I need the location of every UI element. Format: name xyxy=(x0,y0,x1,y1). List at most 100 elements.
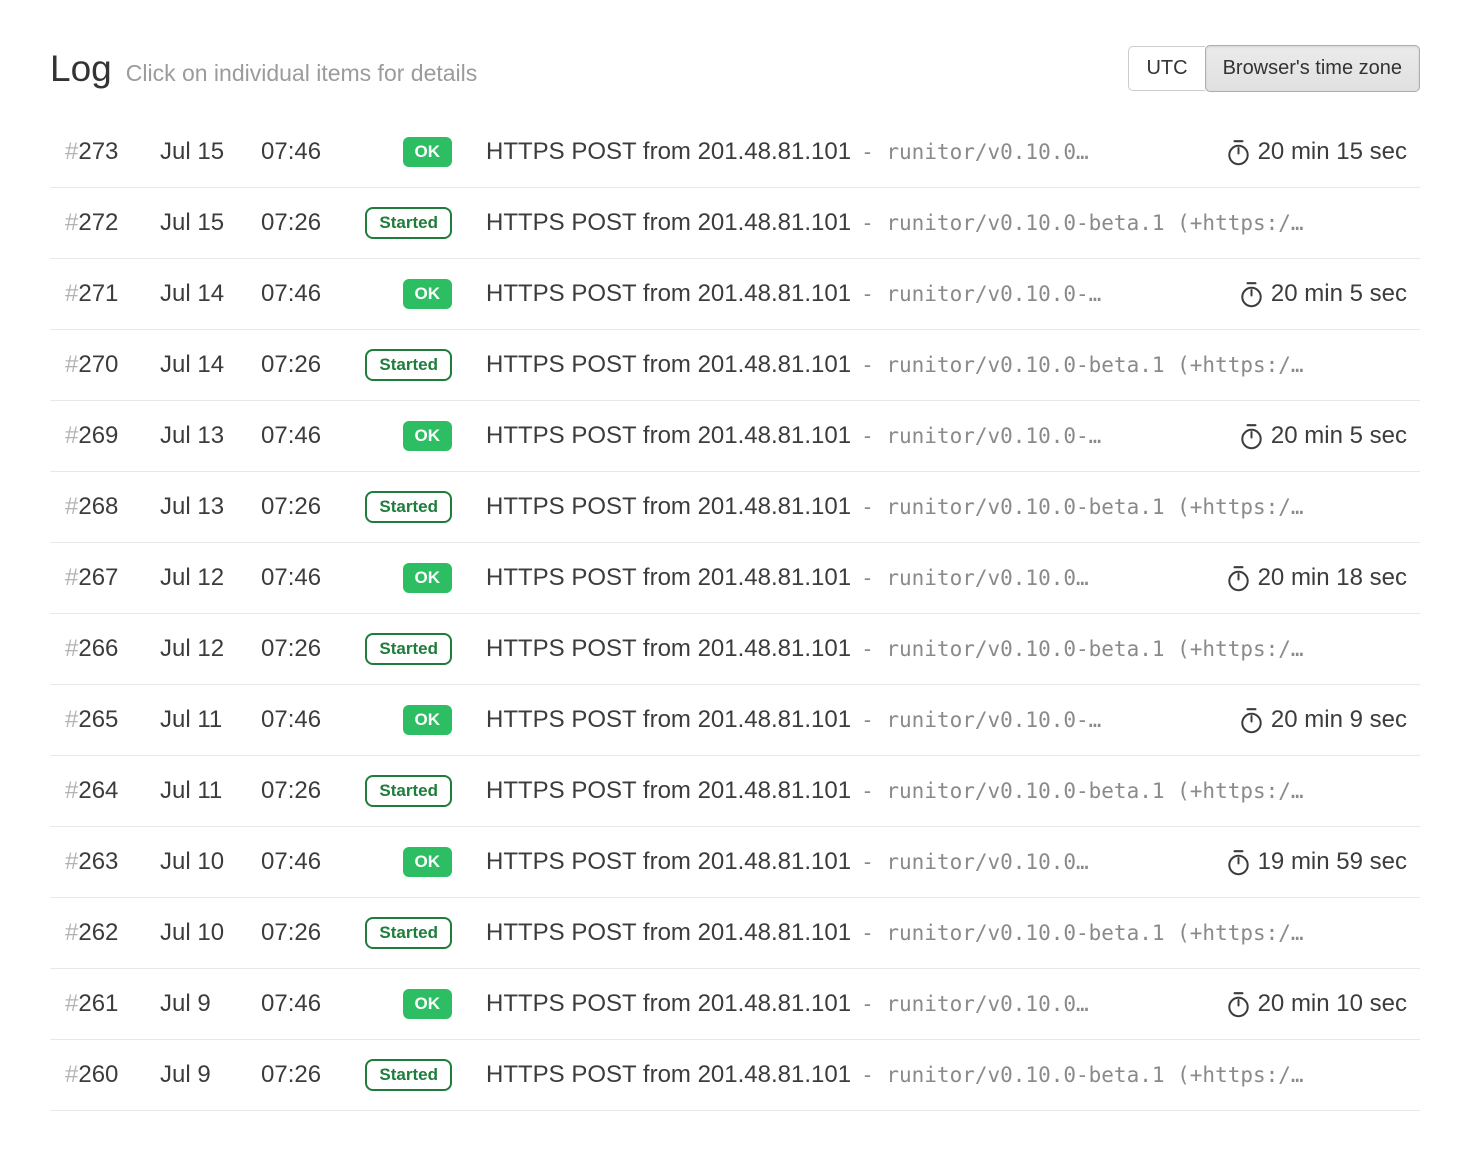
status-badge: OK xyxy=(403,421,453,451)
hash-prefix: # xyxy=(65,422,78,449)
log-row[interactable]: #260 Jul 9 07:26 Started HTTPS POST from… xyxy=(50,1040,1420,1111)
ping-date: Jul 11 xyxy=(160,777,261,805)
ping-date: Jul 15 xyxy=(160,209,261,237)
ping-message: HTTPS POST from 201.48.81.101- runitor/v… xyxy=(452,351,1407,379)
duration: 19 min 59 sec xyxy=(1202,848,1407,876)
duration: 20 min 9 sec xyxy=(1215,706,1407,734)
log-row[interactable]: #270 Jul 14 07:26 Started HTTPS POST fro… xyxy=(50,330,1420,401)
log-row[interactable]: #265 Jul 11 07:46 OK HTTPS POST from 201… xyxy=(50,685,1420,756)
log-row[interactable]: #263 Jul 10 07:46 OK HTTPS POST from 201… xyxy=(50,827,1420,898)
stopwatch-icon xyxy=(1226,565,1251,592)
duration: 20 min 10 sec xyxy=(1202,990,1407,1018)
user-agent-text: - runitor/v0.10.0-beta.1 (+https:/… xyxy=(861,495,1304,519)
ping-number-value: 272 xyxy=(78,209,118,236)
status-badge: Started xyxy=(365,349,452,381)
ping-message-main: HTTPS POST from 201.48.81.101 xyxy=(486,564,851,591)
log-row[interactable]: #262 Jul 10 07:26 Started HTTPS POST fro… xyxy=(50,898,1420,969)
status-badge: OK xyxy=(403,705,453,735)
log-row[interactable]: #273 Jul 15 07:46 OK HTTPS POST from 201… xyxy=(50,117,1420,188)
ping-time: 07:26 xyxy=(261,777,361,805)
ping-time: 07:46 xyxy=(261,848,361,876)
log-row[interactable]: #269 Jul 13 07:46 OK HTTPS POST from 201… xyxy=(50,401,1420,472)
log-row[interactable]: #264 Jul 11 07:26 Started HTTPS POST fro… xyxy=(50,756,1420,827)
log-row[interactable]: #271 Jul 14 07:46 OK HTTPS POST from 201… xyxy=(50,259,1420,330)
hash-prefix: # xyxy=(65,848,78,875)
ping-number-value: 268 xyxy=(78,493,118,520)
log-row[interactable]: #268 Jul 13 07:26 Started HTTPS POST fro… xyxy=(50,472,1420,543)
utc-button[interactable]: UTC xyxy=(1128,46,1204,91)
user-agent-text: - runitor/v0.10.0-… xyxy=(861,282,1101,306)
ping-number: #269 xyxy=(65,422,160,450)
duration-text: 20 min 15 sec xyxy=(1258,138,1407,166)
hash-prefix: # xyxy=(65,564,78,591)
duration-text: 19 min 59 sec xyxy=(1258,848,1407,876)
ping-number: #261 xyxy=(65,990,160,1018)
ping-message: HTTPS POST from 201.48.81.101- runitor/v… xyxy=(452,635,1407,663)
ping-time: 07:46 xyxy=(261,706,361,734)
ping-number: #268 xyxy=(65,493,160,521)
hash-prefix: # xyxy=(65,635,78,662)
hash-prefix: # xyxy=(65,777,78,804)
ping-message: HTTPS POST from 201.48.81.101- runitor/v… xyxy=(452,919,1407,947)
ping-number-value: 267 xyxy=(78,564,118,591)
hash-prefix: # xyxy=(65,209,78,236)
status-badge-cell: OK xyxy=(403,563,453,593)
ping-time: 07:46 xyxy=(261,564,361,592)
user-agent-text: - runitor/v0.10.0… xyxy=(861,850,1089,874)
hash-prefix: # xyxy=(65,280,78,307)
duration-text: 20 min 10 sec xyxy=(1258,990,1407,1018)
ping-message: HTTPS POST from 201.48.81.101- runitor/v… xyxy=(452,280,1215,308)
ping-number: #262 xyxy=(65,919,160,947)
ping-time: 07:26 xyxy=(261,919,361,947)
ping-date: Jul 9 xyxy=(160,1061,261,1089)
stopwatch-icon xyxy=(1226,991,1251,1018)
ping-message-main: HTTPS POST from 201.48.81.101 xyxy=(486,635,851,662)
duration: 20 min 5 sec xyxy=(1215,280,1407,308)
stopwatch-icon xyxy=(1239,707,1264,734)
ping-number: #267 xyxy=(65,564,160,592)
hash-prefix: # xyxy=(65,493,78,520)
ping-date: Jul 14 xyxy=(160,351,261,379)
log-row[interactable]: #266 Jul 12 07:26 Started HTTPS POST fro… xyxy=(50,614,1420,685)
page-title: Log xyxy=(50,50,112,87)
ping-time: 07:26 xyxy=(261,635,361,663)
log-row[interactable]: #267 Jul 12 07:46 OK HTTPS POST from 201… xyxy=(50,543,1420,614)
status-badge-cell: OK xyxy=(403,137,453,167)
status-badge: Started xyxy=(365,633,452,665)
status-badge-cell: Started xyxy=(365,349,452,381)
ping-number: #272 xyxy=(65,209,160,237)
log-row[interactable]: #261 Jul 9 07:46 OK HTTPS POST from 201.… xyxy=(50,969,1420,1040)
ping-message: HTTPS POST from 201.48.81.101- runitor/v… xyxy=(452,564,1202,592)
user-agent-text: - runitor/v0.10.0… xyxy=(861,992,1089,1016)
user-agent-text: - runitor/v0.10.0… xyxy=(861,140,1089,164)
status-badge: OK xyxy=(403,847,453,877)
status-badge-cell: OK xyxy=(403,279,453,309)
ping-date: Jul 11 xyxy=(160,706,261,734)
ping-message: HTTPS POST from 201.48.81.101- runitor/v… xyxy=(452,209,1407,237)
user-agent-text: - runitor/v0.10.0-beta.1 (+https:/… xyxy=(861,353,1304,377)
status-badge: Started xyxy=(365,207,452,239)
status-badge-cell: Started xyxy=(365,633,452,665)
ping-date: Jul 9 xyxy=(160,990,261,1018)
status-badge: OK xyxy=(403,563,453,593)
duration: 20 min 18 sec xyxy=(1202,564,1407,592)
ping-number: #264 xyxy=(65,777,160,805)
user-agent-text: - runitor/v0.10.0-… xyxy=(861,708,1101,732)
ping-time: 07:26 xyxy=(261,1061,361,1089)
status-badge-cell: OK xyxy=(403,421,453,451)
log-page: Log Click on individual items for detail… xyxy=(0,0,1470,1156)
ping-number-value: 273 xyxy=(78,138,118,165)
status-badge-cell: Started xyxy=(365,775,452,807)
ping-time: 07:46 xyxy=(261,422,361,450)
hash-prefix: # xyxy=(65,351,78,378)
ping-number: #271 xyxy=(65,280,160,308)
log-row[interactable]: #272 Jul 15 07:26 Started HTTPS POST fro… xyxy=(50,188,1420,259)
ping-message-main: HTTPS POST from 201.48.81.101 xyxy=(486,919,851,946)
ping-message-main: HTTPS POST from 201.48.81.101 xyxy=(486,209,851,236)
ping-time: 07:26 xyxy=(261,351,361,379)
ping-message: HTTPS POST from 201.48.81.101- runitor/v… xyxy=(452,422,1215,450)
browser-time-zone-button[interactable]: Browser's time zone xyxy=(1205,45,1420,92)
status-badge: Started xyxy=(365,1059,452,1091)
ping-time: 07:26 xyxy=(261,209,361,237)
duration-text: 20 min 5 sec xyxy=(1271,422,1407,450)
